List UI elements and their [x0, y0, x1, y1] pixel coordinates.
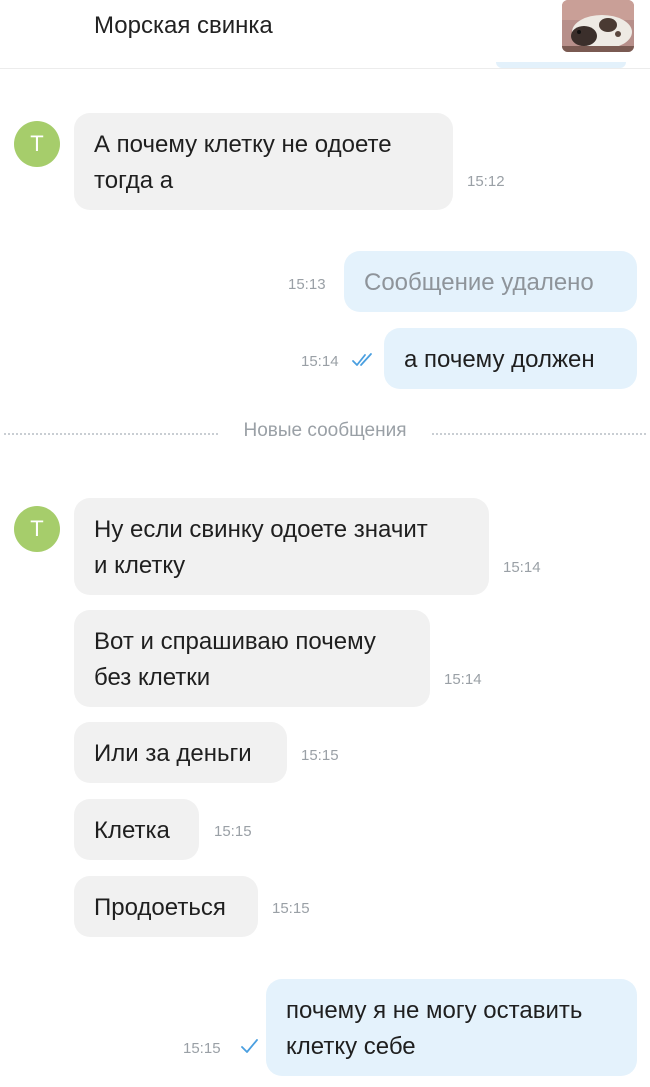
message-time: 15:15 — [301, 747, 339, 764]
message-bubble[interactable]: А почему клетку не одоете тогда а — [74, 113, 453, 210]
message-bubble[interactable]: Ну если свинку одоете значит и клетку — [74, 498, 489, 595]
guinea-pig-photo-icon[interactable] — [562, 0, 634, 52]
message-bubble[interactable]: а почему должен — [384, 328, 637, 389]
message-bubble[interactable]: Или за деньги — [74, 722, 287, 783]
message-time: 15:15 — [214, 823, 252, 840]
double-check-read-icon — [352, 353, 372, 366]
message-bubble[interactable]: Вот и спрашиваю почему без клетки — [74, 610, 430, 707]
message-time: 15:15 — [272, 900, 310, 917]
message-bubble[interactable]: почему я не могу оставить клетку себе — [266, 979, 637, 1076]
header-accent-bar — [496, 62, 626, 68]
divider-line-right — [424, 433, 646, 435]
message-bubble[interactable]: Клетка — [74, 799, 199, 860]
chat-title: Морская свинка — [94, 12, 273, 39]
message-time: 15:14 — [503, 559, 541, 576]
new-messages-divider: Новые сообщения — [220, 420, 430, 442]
sender-avatar[interactable]: T — [14, 506, 60, 552]
divider-line-left — [4, 433, 230, 435]
message-time: 15:14 — [301, 353, 339, 370]
deleted-message-bubble[interactable]: Сообщение удалено — [344, 251, 637, 312]
message-time: 15:14 — [444, 671, 482, 688]
message-time: 15:13 — [288, 276, 326, 293]
message-time: 15:15 — [183, 1040, 221, 1057]
message-bubble[interactable]: Продоеться — [74, 876, 258, 937]
chat-header: Морская свинка — [0, 0, 650, 69]
sender-avatar[interactable]: T — [14, 121, 60, 167]
message-time: 15:12 — [467, 173, 505, 190]
check-sent-icon — [241, 1039, 258, 1053]
